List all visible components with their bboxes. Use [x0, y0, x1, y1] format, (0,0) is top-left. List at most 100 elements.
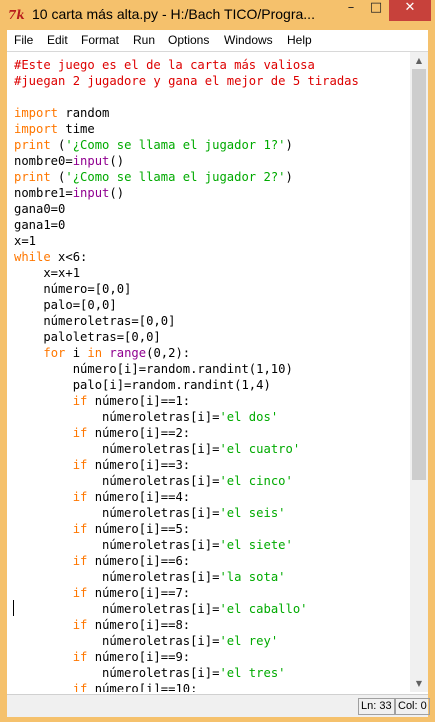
code-line: gana0=0 — [14, 201, 65, 217]
code-token: for — [43, 346, 66, 360]
code-token: paloletras=[0,0] — [14, 330, 161, 344]
code-token: '¿Como se llama el jugador 1?' — [65, 138, 286, 152]
vertical-scrollbar[interactable]: ▲ ▼ — [410, 52, 428, 692]
code-token: 'la sota' — [219, 570, 286, 584]
code-line: if número[i]==9: — [14, 649, 190, 665]
code-line: númeroletras[i]='el cuatro' — [14, 441, 300, 457]
code-token: time — [58, 122, 95, 136]
menu-windows[interactable]: Windows — [224, 33, 273, 47]
code-token: número[i]==7: — [87, 586, 191, 600]
code-token: print — [14, 170, 51, 184]
code-line: númeroletras[i]='el dos' — [14, 409, 278, 425]
scroll-up-arrow-icon[interactable]: ▲ — [410, 52, 428, 69]
code-line: print ('¿Como se llama el jugador 2?') — [14, 169, 293, 185]
column-indicator: Col: 0 — [395, 698, 430, 715]
code-line: if número[i]==8: — [14, 617, 190, 633]
code-token: import — [14, 106, 59, 120]
code-line: if número[i]==3: — [14, 457, 190, 473]
code-token: range — [109, 346, 147, 360]
code-line: x=x+1 — [14, 265, 80, 281]
code-token: númeroletras=[0,0] — [14, 314, 176, 328]
code-token: i — [65, 346, 88, 360]
menu-file[interactable]: File — [14, 33, 33, 47]
code-line: númeroletras[i]='el rey' — [14, 633, 278, 649]
code-token: númeroletras[i]= — [14, 410, 220, 424]
code-token: input — [72, 154, 110, 168]
code-token: if — [72, 394, 88, 408]
code-token: númeroletras[i]= — [14, 506, 220, 520]
menu-options[interactable]: Options — [168, 33, 209, 47]
menu-format[interactable]: Format — [81, 33, 119, 47]
code-line: for i in range(0,2): — [14, 345, 190, 361]
menu-bar: File Edit Format Run Options Windows Hel… — [7, 30, 428, 51]
code-token: #Este juego es el de la carta más valios… — [14, 58, 315, 72]
code-token: número[i]==1: — [87, 394, 191, 408]
code-token: número[i]==6: — [87, 554, 191, 568]
code-token: númeroletras[i]= — [14, 442, 220, 456]
code-line: #Este juego es el de la carta más valios… — [14, 57, 315, 73]
code-token: #juegan 2 jugadore y gana el mejor de 5 … — [14, 74, 359, 88]
code-token: (0,2): — [146, 346, 191, 360]
code-token: número[i]==3: — [87, 458, 191, 472]
code-line: import time — [14, 121, 95, 137]
title-bar[interactable]: 7k 10 carta más alta.py - H:/Bach TICO/P… — [0, 0, 435, 30]
code-token: 'el seis' — [219, 506, 286, 520]
code-line: print ('¿Como se llama el jugador 1?') — [14, 137, 293, 153]
code-line: númeroletras[i]='el siete' — [14, 537, 293, 553]
code-token: nombre1= — [14, 186, 73, 200]
code-line: número=[0,0] — [14, 281, 131, 297]
code-token: númeroletras[i]= — [14, 602, 220, 616]
code-line: númeroletras[i]='la sota' — [14, 569, 286, 585]
client-area: File Edit Format Run Options Windows Hel… — [7, 30, 430, 717]
code-editor[interactable]: #Este juego es el de la carta más valios… — [7, 52, 410, 692]
code-token: palo=[0,0] — [14, 298, 117, 312]
code-token: if — [72, 554, 88, 568]
code-token: () — [109, 154, 125, 168]
code-line: if número[i]==7: — [14, 585, 190, 601]
code-token: 'el tres' — [219, 666, 286, 680]
code-token: 'el cinco' — [219, 474, 293, 488]
code-line: x=1 — [14, 233, 36, 249]
code-token: 'el siete' — [219, 538, 293, 552]
minimize-button[interactable]: – — [339, 0, 363, 21]
code-token: x=x+1 — [14, 266, 81, 280]
code-token: if — [72, 618, 88, 632]
code-token: import — [14, 122, 59, 136]
code-line: númeroletras[i]='el tres' — [14, 665, 286, 681]
code-token: número[i]==10: — [87, 682, 198, 692]
code-token: print — [14, 138, 51, 152]
idle-editor-window: 7k 10 carta más alta.py - H:/Bach TICO/P… — [0, 0, 435, 722]
code-line: if número[i]==4: — [14, 489, 190, 505]
menu-run[interactable]: Run — [133, 33, 155, 47]
code-token: while — [14, 250, 51, 264]
code-token: 'el rey' — [219, 634, 279, 648]
code-line: nombre0=input() — [14, 153, 124, 169]
code-token: númeroletras[i]= — [14, 570, 220, 584]
code-line: paloletras=[0,0] — [14, 329, 161, 345]
code-line: palo[i]=random.randint(1,4) — [14, 377, 271, 393]
code-token: gana0=0 — [14, 202, 66, 216]
menu-edit[interactable]: Edit — [47, 33, 68, 47]
code-token: ( — [50, 138, 66, 152]
maximize-button[interactable]: □ — [364, 0, 388, 21]
code-line: #juegan 2 jugadore y gana el mejor de 5 … — [14, 73, 359, 89]
code-token: númeroletras[i]= — [14, 634, 220, 648]
close-button[interactable]: ✕ — [389, 0, 431, 21]
code-line: while x<6: — [14, 249, 87, 265]
code-line: import random — [14, 105, 109, 121]
scroll-down-arrow-icon[interactable]: ▼ — [410, 675, 428, 692]
window-title: 10 carta más alta.py - H:/Bach TICO/Prog… — [32, 6, 315, 22]
scroll-thumb[interactable] — [412, 69, 426, 480]
python-idle-icon: 7k — [8, 8, 25, 22]
code-line: nombre1=input() — [14, 185, 124, 201]
menu-help[interactable]: Help — [287, 33, 312, 47]
code-token: 'el cuatro' — [219, 442, 301, 456]
code-token: númeroletras[i]= — [14, 474, 220, 488]
